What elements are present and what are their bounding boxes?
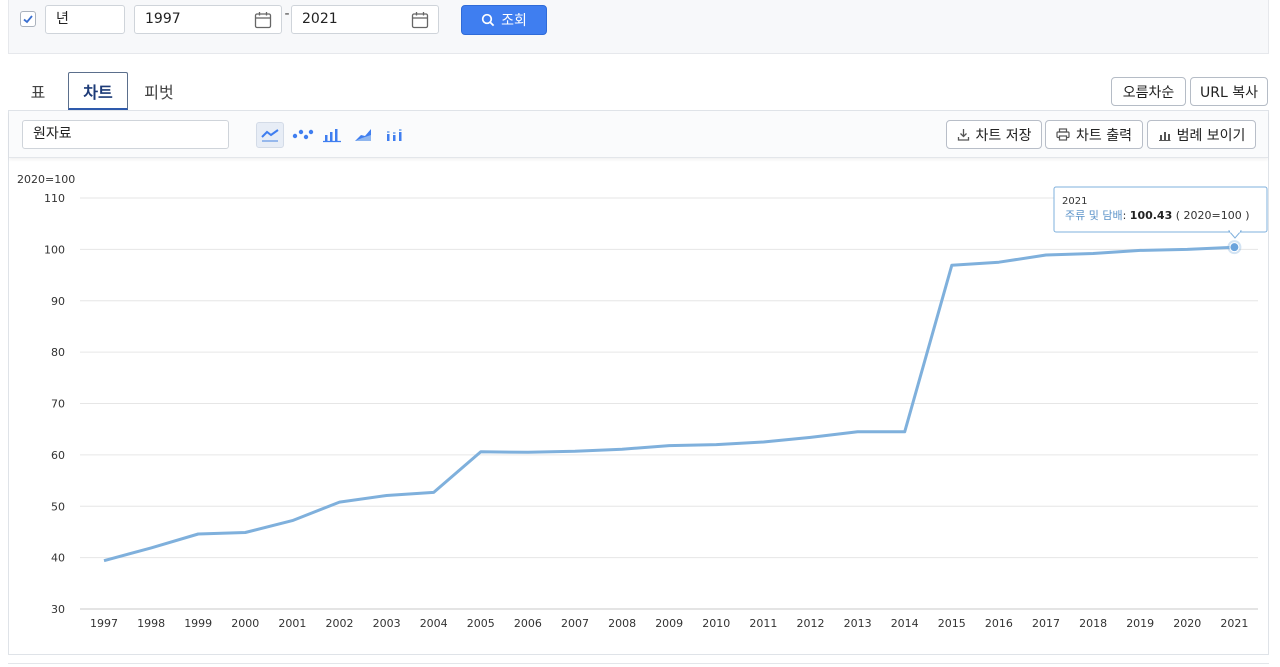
x-tick-label: 2011 (749, 617, 777, 630)
x-tick-label: 2008 (608, 617, 636, 630)
x-tick-label: 2007 (561, 617, 589, 630)
x-tick-label: 2018 (1079, 617, 1107, 630)
x-tick-label: 2013 (844, 617, 872, 630)
x-tick-label: 1999 (184, 617, 212, 630)
tooltip-year: 2021 (1062, 196, 1087, 207)
x-tick-label: 2004 (420, 617, 448, 630)
tooltip-line: 주류 및 담배: 100.43 ( 2020=100 ) (1065, 209, 1250, 222)
bottom-divider (8, 663, 1269, 664)
x-tick-label: 2001 (278, 617, 306, 630)
x-tick-label: 2012 (797, 617, 825, 630)
y-tick-label: 50 (51, 500, 65, 513)
x-tick-label: 1998 (137, 617, 165, 630)
x-tick-label: 2014 (891, 617, 919, 630)
y-tick-label: 90 (51, 295, 65, 308)
x-tick-label: 2006 (514, 617, 542, 630)
x-tick-label: 2020 (1173, 617, 1201, 630)
x-tick-label: 2003 (373, 617, 401, 630)
x-tick-label: 2017 (1032, 617, 1060, 630)
data-point-marker[interactable] (1229, 242, 1240, 253)
tooltip-value: 100.43 (1130, 209, 1172, 222)
x-tick-label: 2021 (1220, 617, 1248, 630)
y-tick-label: 60 (51, 449, 65, 462)
line-chart: 2020=100 30 40 50 60 70 80 90 100 110 1997 1998 19… (17, 173, 1268, 630)
tooltip-series: 주류 및 담배 (1065, 209, 1123, 222)
x-tick-label: 2015 (938, 617, 966, 630)
y-tick-label: 30 (51, 603, 65, 616)
y-tick-label: 70 (51, 398, 65, 411)
tooltip-unit: ( 2020=100 ) (1176, 209, 1250, 222)
x-tick-label: 2005 (467, 617, 495, 630)
x-tick-label: 2016 (985, 617, 1013, 630)
y-axis-unit-label: 2020=100 (17, 173, 75, 186)
y-tick-label: 40 (51, 552, 65, 565)
x-tick-label: 2002 (326, 617, 354, 630)
y-tick-label: 100 (44, 243, 65, 256)
y-tick-label: 80 (51, 346, 65, 359)
x-tick-label: 2010 (702, 617, 730, 630)
x-tick-label: 2019 (1126, 617, 1154, 630)
x-tick-label: 2009 (655, 617, 683, 630)
y-tick-label: 110 (44, 192, 65, 205)
x-tick-label: 1997 (90, 617, 118, 630)
x-tick-label: 2000 (231, 617, 259, 630)
